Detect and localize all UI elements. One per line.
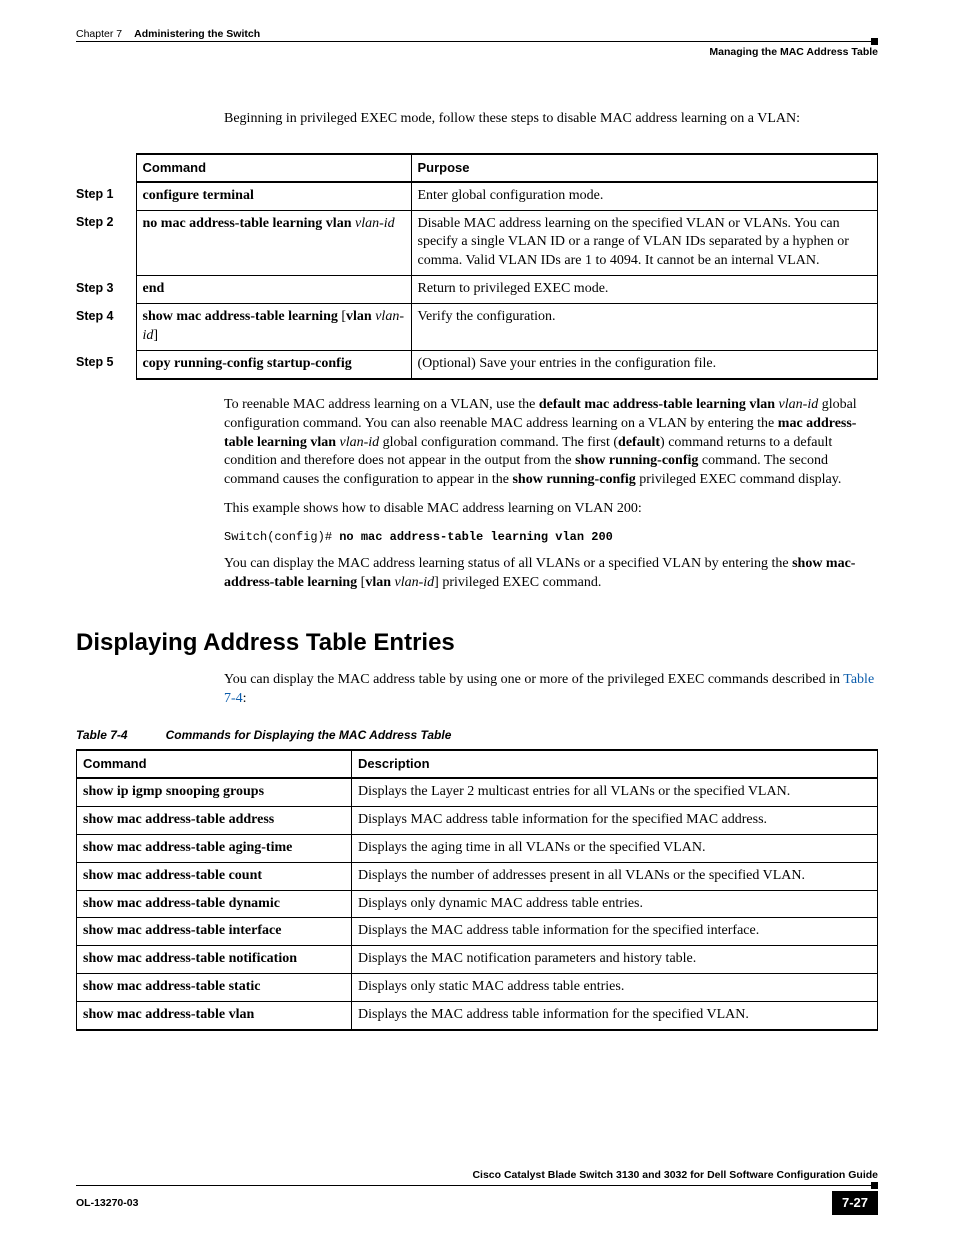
section-intro: You can display the MAC address table by… — [76, 671, 878, 709]
commands-table: Command Description show ip igmp snoopin… — [76, 749, 878, 1031]
steps-table: Command Purpose Step 1 configure termina… — [76, 153, 878, 380]
table-row: show ip igmp snooping groupsDisplays the… — [77, 778, 878, 806]
body: Beginning in privileged EXEC mode, follo… — [76, 62, 878, 1031]
table-row: show mac address-table addressDisplays M… — [77, 806, 878, 834]
step-purpose: Verify the configuration. — [411, 304, 878, 351]
table-row: show mac address-table dynamicDisplays o… — [77, 890, 878, 918]
table-row: show mac address-table aging-timeDisplay… — [77, 834, 878, 862]
page-number: 7-27 — [832, 1191, 878, 1215]
steps-header-blank — [76, 154, 136, 182]
step-label: Step 1 — [76, 182, 136, 210]
step-purpose: Return to privileged EXEC mode. — [411, 276, 878, 304]
table-row: show mac address-table staticDisplays on… — [77, 974, 878, 1002]
step-purpose: Disable MAC address learning on the spec… — [411, 210, 878, 276]
step-label: Step 5 — [76, 350, 136, 378]
section-heading: Displaying Address Table Entries — [76, 627, 878, 659]
steps-header-command: Command — [136, 154, 411, 182]
intro-paragraph: Beginning in privileged EXEC mode, follo… — [76, 110, 878, 129]
table-row: show mac address-table vlanDisplays the … — [77, 1002, 878, 1030]
cli-example: Switch(config)# no mac address-table lea… — [76, 529, 878, 545]
example-intro: This example shows how to disable MAC ad… — [76, 500, 878, 519]
steps-header-purpose: Purpose — [411, 154, 878, 182]
document-page: Chapter 7 Administering the Switch Manag… — [0, 0, 954, 1235]
step-label: Step 4 — [76, 304, 136, 351]
step-command: no mac address-table learning vlan vlan-… — [136, 210, 411, 276]
doc-id: OL-13270-03 — [76, 1196, 138, 1210]
step-command: show mac address-table learning [vlan vl… — [136, 304, 411, 351]
table-caption: Table 7-4Commands for Displaying the MAC… — [76, 727, 878, 743]
chapter-number: Chapter 7 — [76, 28, 122, 41]
step-command: configure terminal — [136, 182, 411, 210]
step-purpose: (Optional) Save your entries in the conf… — [411, 350, 878, 378]
cmd-header-command: Command — [77, 750, 352, 778]
table-row: show mac address-table countDisplays the… — [77, 862, 878, 890]
footer-rule — [76, 1185, 878, 1186]
step-label: Step 3 — [76, 276, 136, 304]
chapter-title: Administering the Switch — [134, 28, 260, 41]
step-label: Step 2 — [76, 210, 136, 276]
guide-title: Cisco Catalyst Blade Switch 3130 and 303… — [76, 1168, 878, 1185]
reenable-paragraph: To reenable MAC address learning on a VL… — [76, 396, 878, 490]
step-purpose: Enter global configuration mode. — [411, 182, 878, 210]
table-row: show mac address-table interfaceDisplays… — [77, 918, 878, 946]
page-footer: Cisco Catalyst Blade Switch 3130 and 303… — [76, 1168, 878, 1215]
running-header: Chapter 7 Administering the Switch Manag… — [76, 28, 878, 58]
step-command: end — [136, 276, 411, 304]
section-title: Managing the MAC Address Table — [76, 42, 878, 59]
cmd-header-description: Description — [352, 750, 878, 778]
step-command: copy running-config startup-config — [136, 350, 411, 378]
display-paragraph: You can display the MAC address learning… — [76, 555, 878, 593]
header-rule — [76, 41, 878, 42]
table-row: show mac address-table notificationDispl… — [77, 946, 878, 974]
